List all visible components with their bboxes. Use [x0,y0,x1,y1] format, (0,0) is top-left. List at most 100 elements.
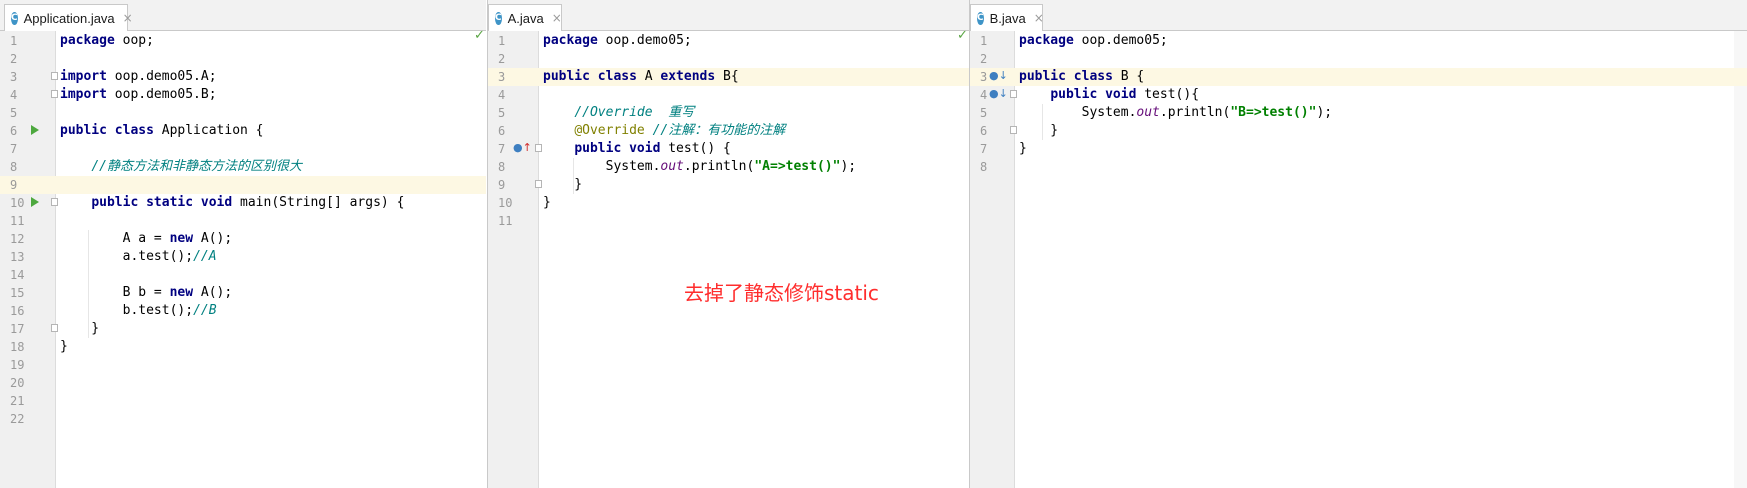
code-text[interactable]: } [60,339,68,355]
line-number: 20 [10,376,25,390]
code-line[interactable]: 16 b.test();//B [0,302,486,320]
code-line[interactable]: 5 //Override 重写 [488,104,969,122]
implemented-down-icon[interactable]: ●↓ [989,69,1008,82]
code-text[interactable]: } [1019,141,1027,157]
code-line[interactable]: 8 //静态方法和非静态方法的区别很大 [0,158,486,176]
fold-icon[interactable] [535,180,542,188]
token: ); [1316,105,1333,120]
code-line[interactable]: 1 package oop; [0,32,486,50]
code-text[interactable]: //Override 重写 [543,105,694,121]
code-text[interactable]: public void test() { [543,141,731,157]
code-line[interactable]: 7} [970,140,1747,158]
code-line[interactable]: 2 [488,50,969,68]
code-line[interactable]: 2 [970,50,1747,68]
code-text[interactable]: a.test();//A [60,249,217,265]
token-kw: new [169,285,194,300]
line-number: 5 [10,106,18,120]
code-line[interactable]: 1 package oop.demo05; [488,32,969,50]
code-text[interactable]: } [60,321,99,337]
editor-tab[interactable]: C B.java × [970,4,1044,31]
fold-icon[interactable] [51,324,58,332]
editor-tab[interactable]: C A.java × [488,4,562,31]
code-line[interactable]: 4 public void test(){●↓ [970,86,1747,104]
code-line[interactable]: 4 import oop.demo05.B; [0,86,486,104]
code-text[interactable]: A a = new A(); [60,231,233,247]
fold-icon[interactable] [51,72,58,80]
implemented-down-icon[interactable]: ●↓ [989,87,1008,100]
code-text[interactable]: import oop.demo05.A; [60,69,217,85]
code-line[interactable]: 9 [0,176,486,194]
code-text[interactable]: B b = new A(); [60,285,233,301]
code-line[interactable]: 3 public class A extends B{ [488,68,969,86]
code-line[interactable]: 22 [0,410,486,428]
code-text[interactable]: package oop; [60,33,154,49]
code-line[interactable]: 7 [0,140,486,158]
code-line[interactable]: 21 [0,392,486,410]
code-line[interactable]: 11 [0,212,486,230]
code-text[interactable]: public class Application { [60,123,264,139]
code-line[interactable]: 19 [0,356,486,374]
code-text[interactable]: public static void main(String[] args) { [60,195,404,211]
fold-icon[interactable] [51,90,58,98]
code-line[interactable]: 15 B b = new A(); [0,284,486,302]
code-line[interactable]: 5 [0,104,486,122]
code-text[interactable]: //静态方法和非静态方法的区别很大 [60,159,302,175]
code-text[interactable]: package oop.demo05; [1019,33,1168,49]
code-line[interactable]: 6 } [970,122,1747,140]
line-number: 6 [498,124,506,138]
fold-icon[interactable] [1010,90,1017,98]
token: oop.demo05; [597,33,692,48]
code-text[interactable]: System.out.println("B=>test()"); [1019,105,1332,121]
code-line[interactable]: 10 public static void main(String[] args… [0,194,486,212]
code-line[interactable]: 10} [488,194,969,212]
token: System. [543,159,661,174]
code-line[interactable]: 6 @Override //注解：有功能的注解 [488,122,969,140]
code-text[interactable]: public void test(){ [1019,87,1199,103]
close-icon[interactable]: × [123,11,133,25]
line-number: 1 [10,34,18,48]
code-line[interactable]: 20 [0,374,486,392]
code-line[interactable]: 11 [488,212,969,230]
code-text[interactable]: package oop.demo05; [543,33,692,49]
code-line[interactable]: 3 import oop.demo05.A; [0,68,486,86]
code-line[interactable]: 2 [0,50,486,68]
editor-tab[interactable]: C Application.java × [4,4,133,31]
fold-icon[interactable] [1010,126,1017,134]
code-line[interactable]: 1 package oop.demo05; [970,32,1747,50]
line-number: 4 [10,88,18,102]
token: B { [1112,69,1145,84]
code-line[interactable]: 3 public class B {●↓ [970,68,1747,86]
code-text[interactable]: import oop.demo05.B; [60,87,217,103]
code-text[interactable]: public class A extends B{ [543,69,739,85]
code-line[interactable]: 8 [970,158,1747,176]
fold-icon[interactable] [535,144,542,152]
code-line[interactable]: 13 a.test();//A [0,248,486,266]
close-icon[interactable]: × [1034,11,1044,25]
code-line[interactable]: 18} [0,338,486,356]
code-text[interactable]: b.test();//B [60,303,217,319]
code-line[interactable]: 6 public class Application { [0,122,486,140]
code-text[interactable]: System.out.println("A=>test()"); [543,159,856,175]
code-line[interactable]: 9 } [488,176,969,194]
token: A [636,69,661,84]
code-line[interactable]: 5 System.out.println("B=>test()"); [970,104,1747,122]
code-text[interactable]: public class B { [1019,69,1144,85]
close-icon[interactable]: × [552,11,562,25]
code-text[interactable]: } [1019,123,1058,139]
code-line[interactable]: 17 } [0,320,486,338]
code-line[interactable]: 12 A a = new A(); [0,230,486,248]
code-text[interactable]: } [543,195,551,211]
code-text[interactable]: @Override //注解：有功能的注解 [543,123,785,139]
code-line[interactable]: 7 public void test() {●↑ [488,140,969,158]
token: A(); [193,231,233,246]
fold-icon[interactable] [51,198,58,206]
code-text[interactable]: } [543,177,582,193]
code-line[interactable]: 4 [488,86,969,104]
run-icon[interactable] [31,197,39,207]
code-line[interactable]: 8 System.out.println("A=>test()"); [488,158,969,176]
run-icon[interactable] [31,125,39,135]
line-number: 3 [10,70,18,84]
code-line[interactable]: 14 [0,266,486,284]
overrides-up-icon[interactable]: ●↑ [513,141,532,154]
